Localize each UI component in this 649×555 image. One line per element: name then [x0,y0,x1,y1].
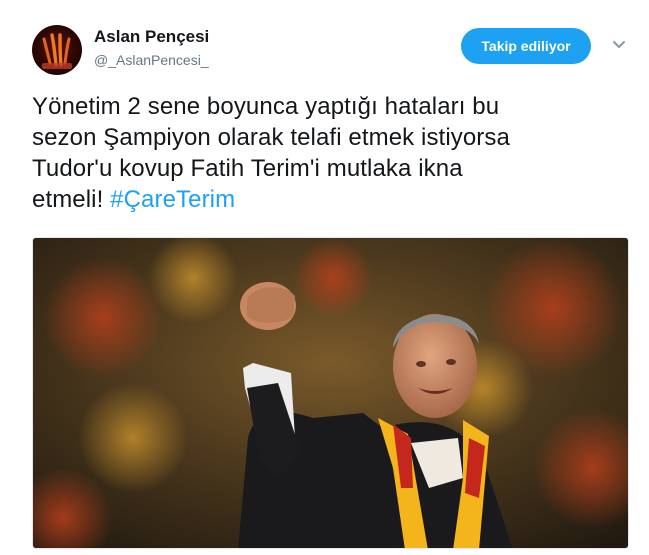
tweet-text-line: Tudor'u kovup Fatih Terim'i mutlaka ikna [32,155,463,182]
tweet-text-line: sezon Şampiyon olarak telafi etmek istiy… [32,124,510,151]
following-button[interactable]: Takip ediliyor [461,28,591,64]
author-handle[interactable]: @_AslanPencesi_ [94,50,209,70]
tweet-header: Aslan Pençesi @_AslanPencesi_ Takip edil… [32,22,632,78]
chevron-down-icon[interactable] [610,38,628,52]
avatar[interactable] [32,25,82,75]
tweet-text-line: etmeli! [32,186,104,213]
tweet-text: Yönetim 2 sene boyunca yaptığı hataları … [32,91,632,215]
tweet-text-last-line: etmeli! #ÇareTerim [32,184,632,215]
tweet-card: Aslan Pençesi @_AslanPencesi_ Takip edil… [0,0,649,555]
tweet-photo[interactable] [32,237,629,549]
lion-claw-avatar-icon [42,33,72,69]
author-names: Aslan Pençesi @_AslanPencesi_ [94,26,209,70]
author-display-name[interactable]: Aslan Pençesi [94,26,209,48]
tweet-text-line: Yönetim 2 sene boyunca yaptığı hataları … [32,93,500,120]
hashtag-link[interactable]: #ÇareTerim [110,186,235,213]
coach-photo [33,238,628,548]
